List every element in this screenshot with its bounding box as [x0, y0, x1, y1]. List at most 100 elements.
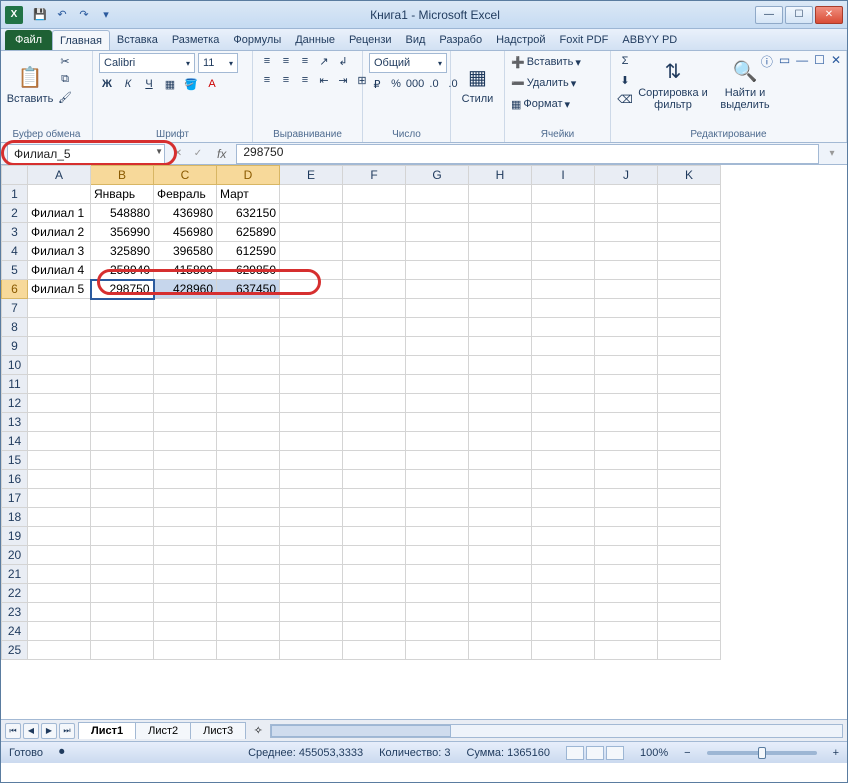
cell-C9[interactable] — [154, 337, 217, 356]
cell-K20[interactable] — [658, 546, 721, 565]
cell-A12[interactable] — [28, 394, 91, 413]
cell-E24[interactable] — [280, 622, 343, 641]
cell-A20[interactable] — [28, 546, 91, 565]
sort-filter-button[interactable]: ⇅ Сортировка и фильтр — [637, 53, 709, 113]
tab-abbyy[interactable]: ABBYY PD — [615, 30, 684, 50]
cell-B3[interactable]: 356990 — [91, 223, 154, 242]
fx-icon[interactable]: fx — [217, 147, 226, 161]
cell-G21[interactable] — [406, 565, 469, 584]
cell-J4[interactable] — [595, 242, 658, 261]
cell-E1[interactable] — [280, 185, 343, 204]
cell-I17[interactable] — [532, 489, 595, 508]
cell-I20[interactable] — [532, 546, 595, 565]
cell-H11[interactable] — [469, 375, 532, 394]
view-break-icon[interactable] — [606, 746, 624, 760]
cell-J2[interactable] — [595, 204, 658, 223]
cell-H12[interactable] — [469, 394, 532, 413]
cell-D20[interactable] — [217, 546, 280, 565]
row-header-1[interactable]: 1 — [2, 185, 28, 204]
cell-B11[interactable] — [91, 375, 154, 394]
cell-E19[interactable] — [280, 527, 343, 546]
cell-D22[interactable] — [217, 584, 280, 603]
cell-D16[interactable] — [217, 470, 280, 489]
cell-D10[interactable] — [217, 356, 280, 375]
cell-J15[interactable] — [595, 451, 658, 470]
row-header-3[interactable]: 3 — [2, 223, 28, 242]
tab-addins[interactable]: Надстрой — [489, 30, 552, 50]
cell-F14[interactable] — [343, 432, 406, 451]
cell-A7[interactable] — [28, 299, 91, 318]
indent-dec-icon[interactable]: ⇤ — [316, 72, 332, 88]
cell-A11[interactable] — [28, 375, 91, 394]
font-color-icon[interactable]: A — [204, 76, 220, 92]
cell-E3[interactable] — [280, 223, 343, 242]
cell-A19[interactable] — [28, 527, 91, 546]
cell-J3[interactable] — [595, 223, 658, 242]
col-header-K[interactable]: K — [658, 166, 721, 185]
cell-K1[interactable] — [658, 185, 721, 204]
cell-C2[interactable]: 436980 — [154, 204, 217, 223]
cell-J24[interactable] — [595, 622, 658, 641]
cell-J9[interactable] — [595, 337, 658, 356]
tab-home[interactable]: Главная — [52, 30, 110, 50]
cell-B25[interactable] — [91, 641, 154, 660]
cell-C5[interactable]: 415890 — [154, 261, 217, 280]
cell-A18[interactable] — [28, 508, 91, 527]
cell-I1[interactable] — [532, 185, 595, 204]
cell-K6[interactable] — [658, 280, 721, 299]
cell-H18[interactable] — [469, 508, 532, 527]
cell-E25[interactable] — [280, 641, 343, 660]
cell-F17[interactable] — [343, 489, 406, 508]
cell-I24[interactable] — [532, 622, 595, 641]
help-icon[interactable]: ⓘ — [761, 53, 773, 70]
cell-F2[interactable] — [343, 204, 406, 223]
cell-C24[interactable] — [154, 622, 217, 641]
cell-F23[interactable] — [343, 603, 406, 622]
cell-G11[interactable] — [406, 375, 469, 394]
enter-formula-icon[interactable]: ✓ — [189, 145, 207, 163]
cell-D23[interactable] — [217, 603, 280, 622]
cell-D14[interactable] — [217, 432, 280, 451]
cell-K10[interactable] — [658, 356, 721, 375]
cell-E11[interactable] — [280, 375, 343, 394]
cell-E21[interactable] — [280, 565, 343, 584]
cell-F16[interactable] — [343, 470, 406, 489]
worksheet-grid[interactable]: ABCDEFGHIJK1ЯнварьФевральМарт2Филиал 154… — [1, 165, 847, 719]
tab-file[interactable]: Файл — [5, 30, 52, 50]
col-header-I[interactable]: I — [532, 166, 595, 185]
macro-record-icon[interactable]: ⏺ — [59, 746, 65, 759]
row-header-15[interactable]: 15 — [2, 451, 28, 470]
cell-K2[interactable] — [658, 204, 721, 223]
cell-F13[interactable] — [343, 413, 406, 432]
save-icon[interactable]: 💾 — [31, 6, 49, 24]
cell-G12[interactable] — [406, 394, 469, 413]
cell-C19[interactable] — [154, 527, 217, 546]
col-header-J[interactable]: J — [595, 166, 658, 185]
cell-G25[interactable] — [406, 641, 469, 660]
cell-I14[interactable] — [532, 432, 595, 451]
cell-K14[interactable] — [658, 432, 721, 451]
row-header-24[interactable]: 24 — [2, 622, 28, 641]
cell-B6[interactable]: 298750 — [91, 280, 154, 299]
cell-E17[interactable] — [280, 489, 343, 508]
cell-H24[interactable] — [469, 622, 532, 641]
cell-B7[interactable] — [91, 299, 154, 318]
cell-G6[interactable] — [406, 280, 469, 299]
row-header-18[interactable]: 18 — [2, 508, 28, 527]
cell-B4[interactable]: 325890 — [91, 242, 154, 261]
cell-I9[interactable] — [532, 337, 595, 356]
cell-C18[interactable] — [154, 508, 217, 527]
cell-J25[interactable] — [595, 641, 658, 660]
cell-B20[interactable] — [91, 546, 154, 565]
cell-K7[interactable] — [658, 299, 721, 318]
cell-D15[interactable] — [217, 451, 280, 470]
cell-I7[interactable] — [532, 299, 595, 318]
cell-G10[interactable] — [406, 356, 469, 375]
cell-D5[interactable]: 629850 — [217, 261, 280, 280]
cell-B5[interactable]: 258940 — [91, 261, 154, 280]
cell-F4[interactable] — [343, 242, 406, 261]
cell-C22[interactable] — [154, 584, 217, 603]
tab-data[interactable]: Данные — [288, 30, 342, 50]
cell-I23[interactable] — [532, 603, 595, 622]
fill-color-icon[interactable]: 🪣 — [183, 76, 199, 92]
